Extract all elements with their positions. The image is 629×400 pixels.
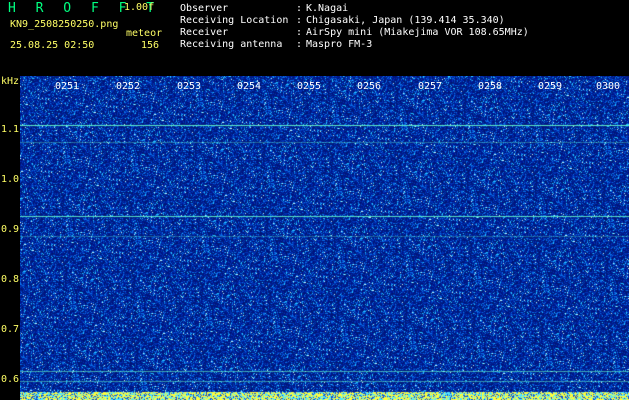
time-tick-label: 0257 <box>418 81 443 92</box>
antenna-value: Maspro FM-3 <box>306 39 373 50</box>
observer-value: K.Nagai <box>306 3 349 14</box>
antenna-colon: : <box>296 39 303 50</box>
time-tick-label: 0253 <box>177 81 202 92</box>
y-tick-label: 0.9 <box>1 224 20 235</box>
y-tick-label: 0.7 <box>1 324 20 335</box>
mode-label: meteor <box>126 28 163 39</box>
location-value: Chigasaki, Japan (139.414 35.340) <box>306 15 505 26</box>
timestamp: 25.08.25 02:50 <box>10 40 95 51</box>
time-tick-label: 0252 <box>116 81 141 92</box>
receiver-colon: : <box>296 27 303 38</box>
y-tick-label: 0.8 <box>1 274 20 285</box>
antenna-label: Receiving antenna <box>180 39 283 50</box>
header-panel: H R O F F T 1.00f KN9_2508250250.png met… <box>0 0 629 76</box>
location-colon: : <box>296 15 303 26</box>
location-label: Receiving Location <box>180 15 289 26</box>
observer-colon: : <box>296 3 303 14</box>
meteor-count: 156 <box>141 40 160 51</box>
frequency-unit: kHz <box>1 76 20 87</box>
time-tick-label: 0258 <box>478 81 503 92</box>
y-tick-label: 1.0 <box>1 174 20 185</box>
time-tick-label: 0254 <box>237 81 262 92</box>
time-tick-label: 0251 <box>55 81 80 92</box>
y-tick-label: 0.6 <box>1 374 20 385</box>
receiver-label: Receiver <box>180 27 229 38</box>
time-tick-label: 0300 <box>596 81 621 92</box>
file-name: KN9_2508250250.png <box>10 19 119 30</box>
time-tick-label: 0256 <box>357 81 382 92</box>
observer-label: Observer <box>180 3 229 14</box>
time-tick-label: 0259 <box>538 81 563 92</box>
app-version: 1.00f <box>124 2 155 13</box>
time-tick-label: 0255 <box>297 81 322 92</box>
spectrogram-area: kHz 1.1 1.0 0.9 0.8 0.7 0.6 0251 0252 02… <box>0 76 629 400</box>
y-tick-label: 1.1 <box>1 124 20 135</box>
receiver-value: AirSpy mini (Miakejima VOR 108.65MHz) <box>306 27 529 38</box>
axis-overlay: kHz 1.1 1.0 0.9 0.8 0.7 0.6 0251 0252 02… <box>0 76 629 400</box>
